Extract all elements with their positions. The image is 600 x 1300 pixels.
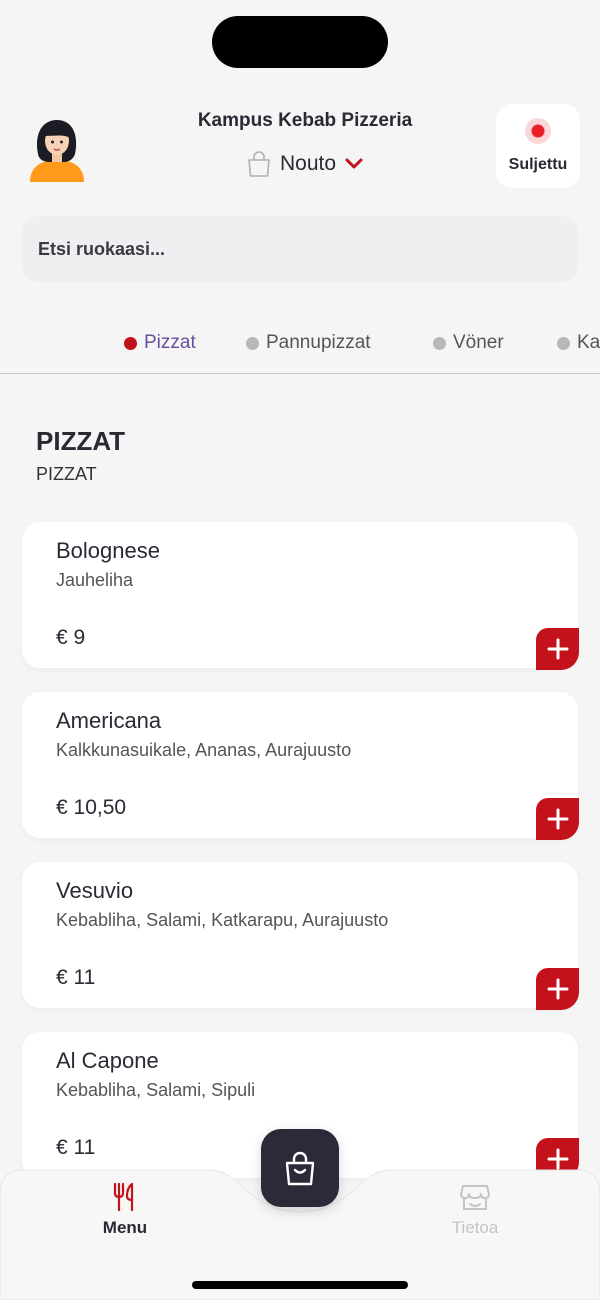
section-title: PIZZAT: [36, 426, 126, 456]
plus-icon: [547, 808, 568, 830]
shopping-bag-icon: [248, 151, 270, 177]
category-label: Pizzat: [144, 332, 196, 353]
plus-icon: [547, 978, 568, 1000]
item-name: Vesuvio: [56, 878, 134, 903]
add-to-cart-button[interactable]: [536, 628, 579, 670]
restaurant-name: Kampus Kebab Pizzeria: [197, 110, 413, 131]
category-dot-icon: [433, 336, 446, 350]
chevron-down-icon: [345, 158, 363, 169]
status-label: Suljettu: [508, 156, 568, 173]
tab-tietoa[interactable]: Tietoa: [420, 1182, 530, 1238]
category-tabs: Pizzat Pannupizzat Vöner Ka: [0, 318, 600, 374]
item-price: € 11: [56, 966, 96, 989]
category-tab-ka[interactable]: Ka: [557, 332, 600, 354]
category-dot-icon: [124, 336, 137, 350]
plus-icon: [547, 638, 568, 660]
add-to-cart-button[interactable]: [536, 968, 579, 1010]
add-to-cart-button[interactable]: [536, 798, 579, 840]
order-mode-selector[interactable]: Nouto: [140, 146, 470, 182]
item-price: € 10,50: [56, 796, 127, 819]
item-name: Al Capone: [56, 1048, 159, 1073]
tab-tietoa-label: Tietoa: [451, 1218, 499, 1237]
tab-menu[interactable]: Menu: [70, 1182, 180, 1238]
category-tab-pannupizzat[interactable]: Pannupizzat: [246, 332, 371, 354]
item-price: € 11: [56, 1136, 96, 1159]
search-input[interactable]: [22, 216, 578, 282]
menu-item-card[interactable]: Bolognese Jauheliha € 9: [22, 522, 579, 670]
section-subtitle: PIZZAT: [36, 464, 97, 484]
item-description: Kalkkunasuikale, Ananas, Aurajuusto: [56, 740, 352, 760]
store-icon: [460, 1185, 490, 1210]
category-tab-pizzat[interactable]: Pizzat: [124, 332, 196, 354]
menu-item-card[interactable]: Americana Kalkkunasuikale, Ananas, Auraj…: [22, 692, 579, 840]
category-dot-icon: [246, 336, 259, 350]
item-description: Kebabliha, Salami, Katkarapu, Aurajuusto: [56, 910, 389, 930]
home-indicator: [192, 1281, 408, 1289]
dynamic-island: [212, 16, 388, 68]
category-label: Ka: [577, 332, 600, 353]
restaurant-status-card[interactable]: Suljettu: [496, 104, 580, 188]
item-description: Jauheliha: [56, 570, 134, 590]
item-name: Americana: [56, 708, 162, 733]
category-tab-voner[interactable]: Vöner: [433, 332, 504, 354]
fork-knife-icon: [113, 1182, 134, 1212]
item-name: Bolognese: [56, 538, 160, 563]
avatar[interactable]: [24, 114, 90, 182]
category-label: Pannupizzat: [266, 332, 371, 353]
cart-button[interactable]: [261, 1129, 339, 1207]
order-mode-label: Nouto: [279, 152, 337, 175]
category-label: Vöner: [453, 332, 504, 353]
tab-menu-label: Menu: [102, 1218, 148, 1237]
category-dot-icon: [557, 336, 570, 350]
item-description: Kebabliha, Salami, Sipuli: [56, 1080, 256, 1100]
item-price: € 9: [56, 626, 86, 649]
status-indicator-icon: [525, 118, 551, 144]
shopping-bag-icon: [285, 1151, 315, 1186]
menu-item-card[interactable]: Vesuvio Kebabliha, Salami, Katkarapu, Au…: [22, 862, 579, 1010]
